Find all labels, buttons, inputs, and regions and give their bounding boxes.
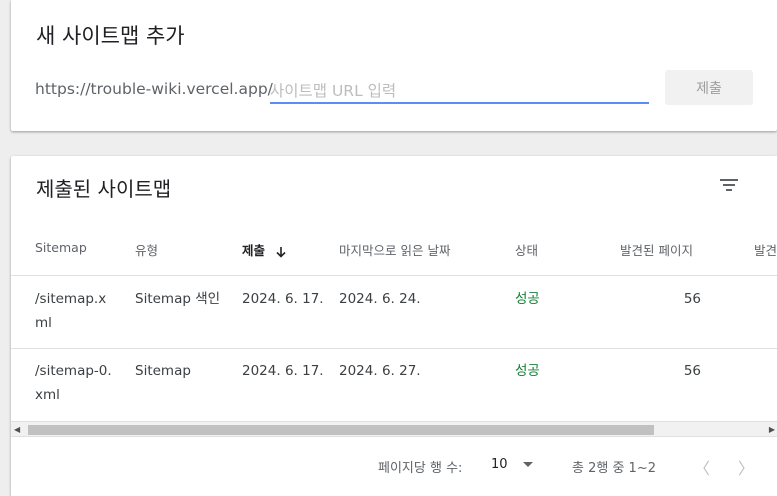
column-header-submitted[interactable]: 제출 (242, 240, 287, 259)
add-sitemap-title: 새 사이트맵 추가 (36, 24, 185, 48)
scrollbar-thumb[interactable] (28, 425, 654, 435)
arrow-down-icon (276, 246, 286, 258)
submitted-date-cell: 2024. 6. 17. (242, 291, 324, 307)
pagination-range: 총 2행 중 1~2 (572, 461, 656, 476)
column-header-last-read[interactable]: 마지막으로 읽은 날짜 (339, 240, 450, 259)
discovered-pages-cell: 56 (683, 291, 701, 307)
status-cell: 성공 (515, 363, 540, 379)
type-cell: Sitemap (135, 363, 191, 379)
horizontal-scrollbar[interactable]: ◀ ▶ (11, 421, 777, 437)
sitemap-path-cell[interactable]: /sitemap-0. xml (35, 359, 115, 407)
submitted-date-cell: 2024. 6. 17. (242, 363, 324, 379)
scroll-right-icon[interactable]: ▶ (769, 425, 775, 434)
discovered-pages-cell: 56 (683, 363, 701, 379)
header-divider (11, 275, 777, 276)
url-prefix: https://trouble-wiki.vercel.app/ (35, 80, 273, 98)
chevron-left-icon[interactable]: 〈 (694, 455, 710, 479)
column-header-discovered-pages[interactable]: 발견된 페이지 (620, 240, 693, 259)
row-divider (11, 348, 777, 349)
sitemap-path-line: /sitemap.x (35, 291, 107, 307)
column-header-type[interactable]: 유형 (135, 240, 158, 259)
column-header-sitemap[interactable]: Sitemap (35, 240, 87, 255)
column-header-discovered-more[interactable]: 발견 (754, 240, 777, 259)
chevron-right-icon[interactable]: 〉 (738, 455, 754, 479)
submitted-sitemaps-card: 제출된 사이트맵 Sitemap 유형 제출 마지막으로 읽은 날짜 상태 발견… (11, 156, 777, 496)
sitemap-url-field (270, 76, 649, 104)
sitemap-url-input[interactable] (270, 76, 649, 102)
last-read-cell: 2024. 6. 24. (339, 291, 421, 307)
column-header-submitted-label: 제출 (242, 243, 266, 258)
submit-button[interactable]: 제출 (665, 70, 753, 105)
dropdown-caret-icon[interactable] (523, 462, 533, 467)
rows-per-page-label: 페이지당 행 수: (378, 461, 463, 476)
submitted-sitemaps-title: 제출된 사이트맵 (36, 177, 172, 201)
sitemap-path-line: xml (35, 387, 60, 403)
status-cell: 성공 (515, 291, 540, 307)
column-header-status[interactable]: 상태 (515, 240, 538, 259)
sitemap-path-line: /sitemap-0. (35, 363, 112, 379)
add-sitemap-card: 새 사이트맵 추가 https://trouble-wiki.vercel.ap… (11, 0, 777, 131)
last-read-cell: 2024. 6. 27. (339, 363, 421, 379)
filter-list-icon[interactable] (719, 176, 739, 192)
scroll-left-icon[interactable]: ◀ (14, 425, 20, 434)
rows-per-page-select[interactable]: 10 (491, 457, 508, 472)
sitemap-path-cell[interactable]: /sitemap.x ml (35, 287, 115, 335)
sitemap-path-line: ml (35, 315, 52, 331)
type-cell: Sitemap 색인 (135, 291, 221, 307)
